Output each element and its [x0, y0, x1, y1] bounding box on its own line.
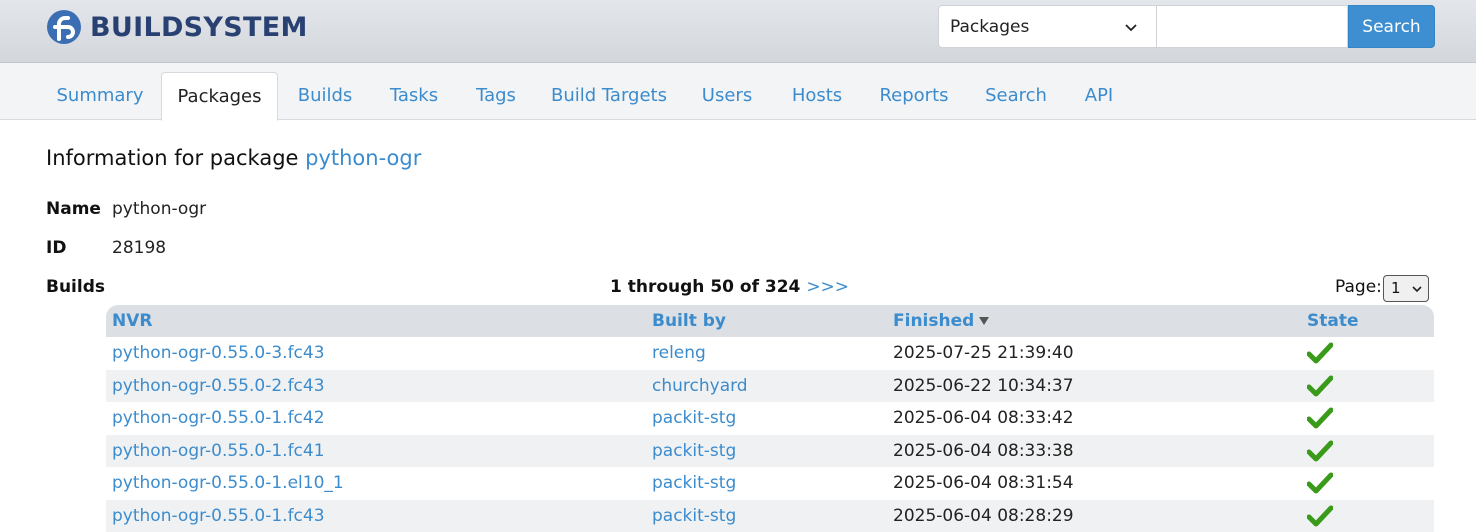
build-nvr-link[interactable]: python-ogr-0.55.0-1.fc42: [106, 402, 646, 435]
name-label: Name: [46, 199, 101, 219]
table-row: python-ogr-0.55.0-1.fc43 packit-stg 2025…: [106, 500, 1434, 532]
finished-time: 2025-06-22 10:34:37: [887, 370, 1301, 403]
table-row: python-ogr-0.55.0-3.fc43 releng 2025-07-…: [106, 337, 1434, 370]
state-cell: [1301, 402, 1434, 435]
finished-time: 2025-06-04 08:31:54: [887, 467, 1301, 500]
built-by-link[interactable]: packit-stg: [646, 402, 887, 435]
page-title: Information for package python-ogr: [46, 146, 421, 170]
search-form: Packages Search: [938, 5, 1435, 48]
check-icon: [1307, 407, 1333, 429]
state-cell: [1301, 435, 1434, 468]
top-header: BUILDSYSTEM Packages Search: [0, 0, 1476, 63]
check-icon: [1307, 342, 1333, 364]
finished-time: 2025-06-04 08:33:38: [887, 435, 1301, 468]
built-by-link[interactable]: packit-stg: [646, 467, 887, 500]
tab-build-targets[interactable]: Build Targets: [545, 72, 673, 120]
state-cell: [1301, 337, 1434, 370]
built-by-link[interactable]: releng: [646, 337, 887, 370]
pager-summary: 1 through 50 of 324 >>>: [610, 277, 849, 297]
search-input[interactable]: [1157, 5, 1348, 48]
check-icon: [1307, 505, 1333, 527]
tab-users[interactable]: Users: [690, 72, 764, 120]
tab-api[interactable]: API: [1076, 72, 1122, 120]
table-row: python-ogr-0.55.0-1.fc41 packit-stg 2025…: [106, 435, 1434, 468]
tab-tasks[interactable]: Tasks: [378, 72, 450, 120]
page-title-prefix: Information for package: [46, 146, 305, 170]
table-row: python-ogr-0.55.0-2.fc43 churchyard 2025…: [106, 370, 1434, 403]
id-label: ID: [46, 238, 66, 258]
search-button[interactable]: Search: [1348, 5, 1435, 48]
chevron-down-icon: [1124, 20, 1138, 34]
page-select[interactable]: 1: [1383, 275, 1429, 302]
page-select-value: 1: [1391, 279, 1401, 297]
finished-time: 2025-06-04 08:28:29: [887, 500, 1301, 532]
pager-range: 1 through 50 of 324: [610, 277, 800, 297]
column-header-built-by[interactable]: Built by: [646, 305, 887, 337]
fedora-logo-icon: [46, 9, 82, 45]
check-icon: [1307, 472, 1333, 494]
name-value: python-ogr: [112, 199, 206, 219]
logo-text: BUILDSYSTEM: [90, 12, 308, 43]
builds-label: Builds: [46, 277, 105, 297]
build-nvr-link[interactable]: python-ogr-0.55.0-1.fc41: [106, 435, 646, 468]
tab-reports[interactable]: Reports: [870, 72, 958, 120]
check-icon: [1307, 375, 1333, 397]
builds-table: NVR Built by Finished State python-ogr-0…: [106, 305, 1434, 532]
tab-tags[interactable]: Tags: [465, 72, 527, 120]
logo[interactable]: BUILDSYSTEM: [46, 9, 308, 45]
table-header-row: NVR Built by Finished State: [106, 305, 1434, 337]
tab-builds[interactable]: Builds: [285, 72, 365, 120]
build-nvr-link[interactable]: python-ogr-0.55.0-1.fc43: [106, 500, 646, 532]
built-by-link[interactable]: packit-stg: [646, 435, 887, 468]
tab-search[interactable]: Search: [976, 72, 1056, 120]
tab-summary[interactable]: Summary: [46, 72, 154, 120]
package-name-link[interactable]: python-ogr: [305, 146, 421, 170]
state-cell: [1301, 500, 1434, 532]
finished-time: 2025-06-04 08:33:42: [887, 402, 1301, 435]
table-row: python-ogr-0.55.0-1.fc42 packit-stg 2025…: [106, 402, 1434, 435]
column-header-nvr[interactable]: NVR: [106, 305, 646, 337]
tab-bar: Summary Packages Builds Tasks Tags Build…: [0, 63, 1476, 120]
state-cell: [1301, 370, 1434, 403]
search-type-value: Packages: [950, 17, 1029, 37]
tab-packages[interactable]: Packages: [161, 72, 278, 121]
tab-hosts[interactable]: Hosts: [780, 72, 854, 120]
column-header-state[interactable]: State: [1301, 305, 1434, 337]
page-label: Page:: [1335, 277, 1382, 297]
build-nvr-link[interactable]: python-ogr-0.55.0-1.el10_1: [106, 467, 646, 500]
id-value: 28198: [112, 238, 166, 258]
search-type-select[interactable]: Packages: [938, 5, 1157, 48]
chevron-down-icon: [1412, 284, 1422, 294]
build-nvr-link[interactable]: python-ogr-0.55.0-3.fc43: [106, 337, 646, 370]
table-row: python-ogr-0.55.0-1.el10_1 packit-stg 20…: [106, 467, 1434, 500]
state-cell: [1301, 467, 1434, 500]
column-header-finished[interactable]: Finished: [887, 305, 1301, 337]
next-page-link[interactable]: >>>: [806, 277, 849, 297]
built-by-link[interactable]: churchyard: [646, 370, 887, 403]
check-icon: [1307, 440, 1333, 462]
finished-time: 2025-07-25 21:39:40: [887, 337, 1301, 370]
build-nvr-link[interactable]: python-ogr-0.55.0-2.fc43: [106, 370, 646, 403]
built-by-link[interactable]: packit-stg: [646, 500, 887, 532]
sort-desc-icon: [978, 316, 990, 326]
finished-header-label: Finished: [893, 311, 974, 331]
